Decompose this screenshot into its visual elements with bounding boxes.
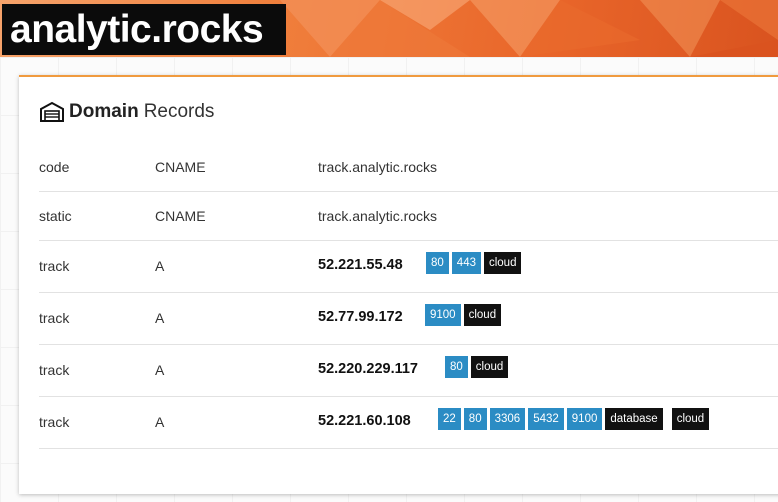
record-name: track	[39, 414, 70, 430]
record-value: track.analytic.rocks	[318, 159, 438, 175]
record-ip: 52.221.60.108	[318, 413, 411, 429]
port-tag[interactable]: 80	[463, 408, 487, 430]
label-tag[interactable]: cloud	[483, 252, 522, 274]
record-type: A	[155, 310, 165, 326]
record-name: static	[39, 208, 72, 224]
record-value: track.analytic.rocks	[318, 208, 438, 224]
label-tag[interactable]: database	[605, 408, 663, 430]
record-type: A	[155, 414, 165, 430]
table-row: static CNAME track.analytic.rocks	[39, 208, 778, 241]
tag-group: 22 80 3306 5432 9100 database cloud	[438, 408, 710, 430]
tag-group: 80 443 cloud	[426, 252, 522, 274]
record-type: CNAME	[155, 208, 206, 224]
record-ip: 52.221.55.48	[318, 257, 403, 273]
warehouse-icon	[39, 101, 65, 123]
port-tag[interactable]: 9100	[566, 408, 603, 430]
record-ip: 52.77.99.172	[318, 309, 403, 325]
port-tag[interactable]: 5432	[528, 408, 564, 430]
card-title-bold: Domain	[69, 101, 139, 122]
label-tag[interactable]: cloud	[463, 304, 502, 326]
site-title[interactable]: analytic.rocks	[2, 4, 286, 55]
port-tag[interactable]: 443	[451, 252, 481, 274]
record-name: code	[39, 159, 70, 175]
table-row: track A 52.221.55.48 80 443 cloud	[39, 252, 778, 293]
card-title-light: Records	[143, 101, 215, 122]
record-type: A	[155, 362, 165, 378]
record-name: track	[39, 310, 70, 326]
port-tag[interactable]: 22	[438, 408, 461, 430]
table-row: track A 52.221.60.108 22 80 3306 5432 91…	[39, 408, 778, 449]
record-name: track	[39, 362, 70, 378]
record-type: CNAME	[155, 159, 206, 175]
record-type: A	[155, 258, 165, 274]
table-row: track A 52.77.99.172 9100 cloud	[39, 304, 778, 345]
port-tag[interactable]: 9100	[425, 304, 461, 326]
tag-group: 80 cloud	[445, 356, 509, 378]
port-tag[interactable]: 80	[445, 356, 468, 378]
card-header: Domain Records	[39, 99, 214, 125]
label-tag[interactable]: cloud	[671, 408, 710, 430]
record-ip: 52.220.229.117	[318, 361, 418, 377]
record-name: track	[39, 258, 70, 274]
port-tag[interactable]: 80	[426, 252, 449, 274]
table-row: track A 52.220.229.117 80 cloud	[39, 356, 778, 397]
tag-group: 9100 cloud	[425, 304, 502, 326]
label-tag[interactable]: cloud	[470, 356, 509, 378]
domain-records-card: Domain Records code CNAME track.analytic…	[19, 75, 778, 494]
port-tag[interactable]: 3306	[489, 408, 526, 430]
table-row: code CNAME track.analytic.rocks	[39, 159, 778, 192]
